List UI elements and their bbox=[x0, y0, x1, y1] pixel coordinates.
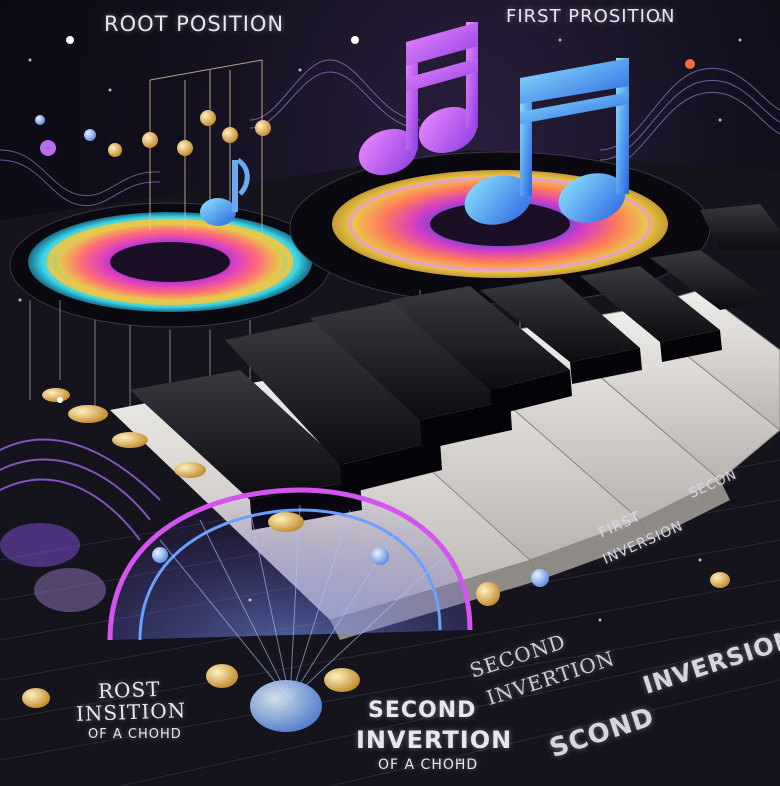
label-insition: INSITION bbox=[75, 698, 187, 726]
label-root-position: ROOT POSITION bbox=[104, 12, 285, 36]
label-first-prosition: FIRST PROSITION bbox=[506, 6, 676, 27]
note-beads-top bbox=[35, 36, 695, 157]
label-invertion: INVERTION bbox=[356, 726, 513, 754]
scene: ROOT POSITION FIRST PROSITION ROST INSIT… bbox=[0, 0, 780, 786]
left-chord-ring bbox=[9, 202, 331, 328]
label-second: SECOND bbox=[368, 698, 477, 723]
label-of-a-chohd-center: OF A CHOHD bbox=[378, 757, 479, 773]
label-rost: ROST bbox=[97, 676, 161, 704]
label-of-a-chohd-left: OF A CHOHD bbox=[88, 727, 182, 742]
